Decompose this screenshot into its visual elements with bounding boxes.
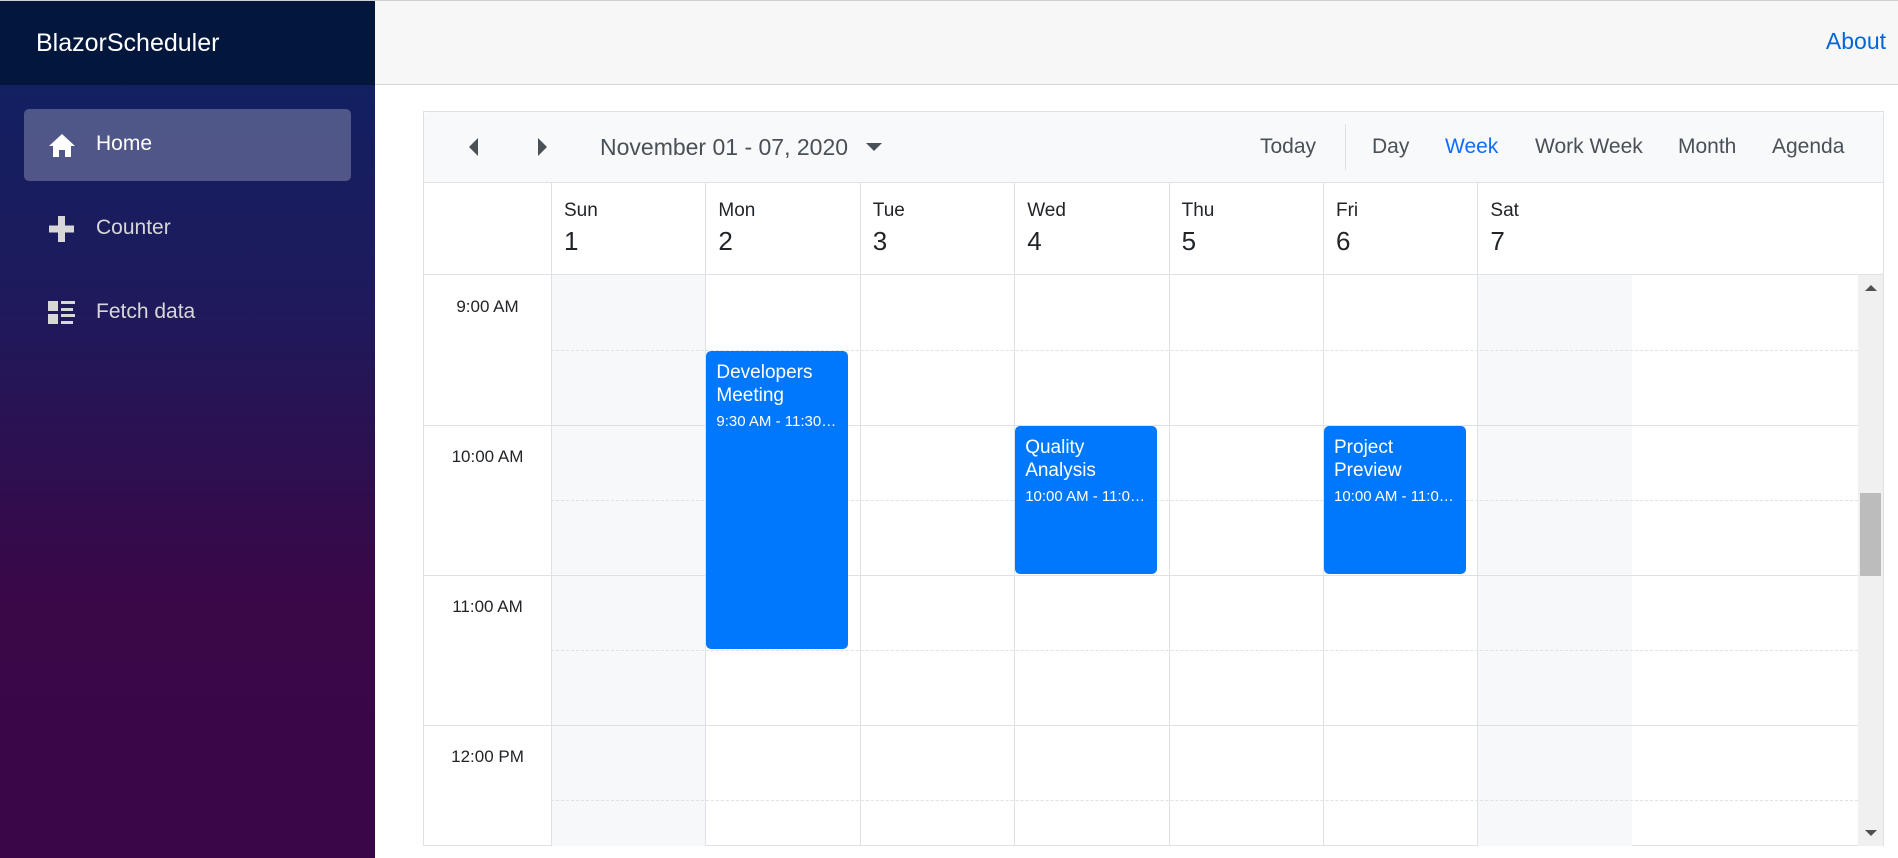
sidebar-item-label: Home: [96, 132, 153, 155]
scheduler: November 01 - 07, 2020 Today Day Week Wo…: [423, 111, 1884, 846]
brand-title[interactable]: BlazorScheduler: [36, 29, 219, 58]
day-date[interactable]: 4: [1027, 226, 1041, 257]
hour-gridline: [424, 725, 1858, 726]
appointment-time: 9:30 AM - 11:30 AM: [716, 413, 839, 430]
day-header[interactable]: Sun 1: [551, 183, 705, 275]
day-name: Wed: [1027, 200, 1066, 221]
appointment[interactable]: Project Preview 10:00 AM - 11:00 AM: [1324, 426, 1467, 574]
time-slot-label: 9:00 AM: [456, 297, 519, 316]
day-header[interactable]: Mon 2: [705, 183, 859, 275]
day-date[interactable]: 2: [718, 226, 732, 257]
day-header-row: Sun 1 Mon 2 Tue 3 Wed 4 Thu 5 Fri 6 Sat 7: [424, 183, 1883, 275]
top-bar: About: [375, 0, 1898, 85]
day-date[interactable]: 7: [1490, 226, 1504, 257]
day-column[interactable]: [859, 275, 1014, 846]
time-column: 9:00 AM 10:00 AM 11:00 AM 12:00 PM: [424, 275, 551, 846]
day-header[interactable]: Thu 5: [1168, 183, 1323, 275]
time-grid: 9:00 AM 10:00 AM 11:00 AM 12:00 PM Develope…: [424, 275, 1883, 846]
half-hour-gridline: [551, 650, 1858, 651]
day-name: Mon: [718, 200, 756, 221]
scroll-up-icon[interactable]: [1865, 285, 1877, 291]
view-week-button[interactable]: Week: [1445, 112, 1498, 182]
sidebar-item-label: Fetch data: [96, 300, 196, 323]
day-header[interactable]: Fri 6: [1323, 183, 1477, 275]
time-slot-label: 11:00 AM: [452, 597, 523, 616]
chevron-left-icon: [469, 138, 478, 156]
day-header[interactable]: Tue 3: [859, 183, 1014, 275]
day-column[interactable]: [551, 275, 706, 846]
appointment[interactable]: Quality Analysis 10:00 AM - 11:00 AM: [1015, 426, 1158, 574]
scrollbar-thumb[interactable]: [1860, 493, 1881, 576]
date-range-picker[interactable]: November 01 - 07, 2020: [600, 112, 883, 182]
day-date[interactable]: 1: [564, 226, 578, 257]
sidebar: BlazorScheduler Home Counter Fetch data: [0, 0, 375, 858]
appointment[interactable]: Developers Meeting 9:30 AM - 11:30 AM: [706, 351, 849, 649]
day-column[interactable]: [1477, 275, 1632, 846]
day-name: Tue: [872, 200, 905, 221]
day-date[interactable]: 5: [1182, 226, 1196, 257]
day-name: Fri: [1336, 200, 1359, 221]
vertical-scrollbar[interactable]: [1858, 275, 1883, 846]
toolbar-divider: [1345, 124, 1346, 170]
time-slot-label: 12:00 PM: [451, 747, 524, 766]
day-name: Sat: [1490, 200, 1519, 221]
appointment-time: 10:00 AM - 11:00 AM: [1334, 488, 1456, 505]
sidebar-item-label: Counter: [96, 216, 171, 239]
view-day-button[interactable]: Day: [1372, 112, 1409, 182]
caret-down-icon: [866, 143, 883, 151]
hour-gridline: [424, 575, 1858, 576]
appointment-time: 10:00 AM - 11:00 AM: [1025, 488, 1147, 505]
view-work-week-button[interactable]: Work Week: [1535, 112, 1643, 182]
time-slot-label: 10:00 AM: [451, 447, 524, 466]
scheduler-toolbar: November 01 - 07, 2020 Today Day Week Wo…: [424, 112, 1883, 183]
day-column[interactable]: [1168, 275, 1323, 846]
view-agenda-button[interactable]: Agenda: [1772, 112, 1844, 182]
chevron-right-icon: [538, 138, 547, 156]
day-header[interactable]: Wed 4: [1014, 183, 1168, 275]
day-date[interactable]: 3: [873, 226, 887, 257]
list-icon: [48, 300, 76, 326]
view-month-button[interactable]: Month: [1678, 112, 1736, 182]
about-link[interactable]: About: [1826, 28, 1886, 55]
scroll-down-icon[interactable]: [1865, 830, 1877, 836]
appointment-title: Project Preview: [1334, 437, 1402, 481]
half-hour-gridline: [551, 800, 1858, 801]
sidebar-item-counter[interactable]: Counter: [24, 193, 351, 265]
date-range-label: November 01 - 07, 2020: [600, 133, 849, 160]
plus-icon: [48, 216, 76, 242]
today-button[interactable]: Today: [1260, 112, 1316, 182]
day-name: Sun: [564, 200, 598, 221]
day-header[interactable]: Sat 7: [1477, 183, 1631, 275]
appointment-title: Quality Analysis: [1025, 437, 1096, 481]
appointment-title: Developers Meeting: [716, 362, 813, 406]
prev-button[interactable]: [469, 112, 493, 182]
next-button[interactable]: [538, 112, 562, 182]
home-icon: [48, 132, 76, 158]
day-date[interactable]: 6: [1336, 226, 1350, 257]
brand-bar: BlazorScheduler: [0, 0, 375, 85]
day-name: Thu: [1181, 200, 1215, 221]
sidebar-item-fetch-data[interactable]: Fetch data: [24, 277, 351, 349]
sidebar-item-home[interactable]: Home: [24, 109, 351, 181]
